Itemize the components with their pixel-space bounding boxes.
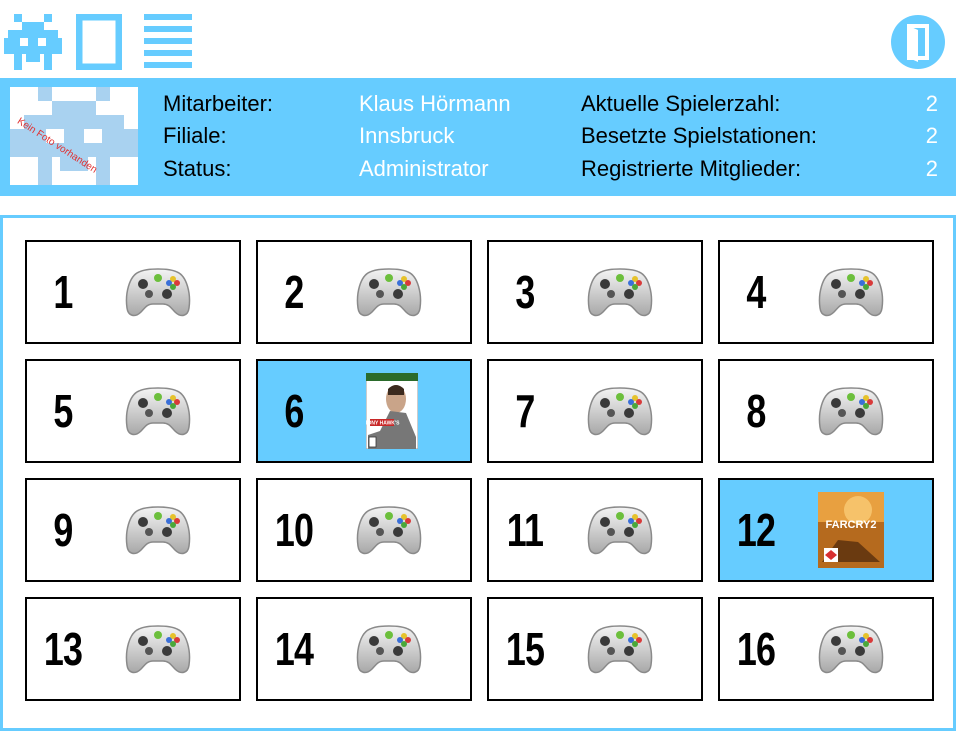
- station-14[interactable]: 14: [256, 597, 472, 701]
- cover-title: TONY HAWK'S: [366, 421, 400, 427]
- station-12[interactable]: 12 FARCRY2: [718, 478, 934, 582]
- station-number: 8: [746, 385, 766, 437]
- station-3[interactable]: 3: [487, 240, 703, 344]
- station-number: 5: [53, 385, 73, 437]
- station-number: 10: [274, 504, 314, 556]
- station-16[interactable]: 16: [718, 597, 934, 701]
- logout-door-icon[interactable]: [890, 14, 946, 70]
- controller-icon: [818, 621, 884, 677]
- station-number: 7: [515, 385, 535, 437]
- current-players-value: 2: [925, 91, 938, 116]
- station-number: 13: [43, 623, 83, 675]
- station-11[interactable]: 11: [487, 478, 703, 582]
- station-number: 14: [274, 623, 314, 675]
- station-4[interactable]: 4: [718, 240, 934, 344]
- employee-value: Klaus Hörmann: [359, 91, 511, 116]
- registered-members-value: 2: [925, 156, 938, 181]
- controller-icon: [587, 264, 653, 320]
- controller-icon: [125, 621, 191, 677]
- game-cover-tony-hawk-icon: TONY HAWK'S: [365, 372, 419, 450]
- placeholder-invader-icon: [10, 87, 138, 185]
- station-number: 6: [284, 385, 304, 437]
- occupied-stations-value: 2: [925, 123, 938, 148]
- station-10[interactable]: 10: [256, 478, 472, 582]
- current-players-label: Aktuelle Spielerzahl:: [581, 91, 781, 116]
- menu-icon[interactable]: [144, 14, 192, 70]
- station-8[interactable]: 8: [718, 359, 934, 463]
- controller-icon: [587, 502, 653, 558]
- controller-icon: [587, 383, 653, 439]
- station-number: 15: [505, 623, 545, 675]
- station-number: 11: [506, 504, 544, 556]
- employee-photo-placeholder: Kein Foto vorhanden: [10, 87, 138, 185]
- game-cover-far-cry-2-icon: FARCRY2: [818, 492, 884, 568]
- controller-icon: [818, 264, 884, 320]
- station-9[interactable]: 9: [25, 478, 241, 582]
- invader-icon[interactable]: [4, 14, 62, 70]
- station-number: 9: [53, 504, 73, 556]
- station-1[interactable]: 1: [25, 240, 241, 344]
- controller-icon: [818, 383, 884, 439]
- station-2[interactable]: 2: [256, 240, 472, 344]
- controller-icon: [125, 502, 191, 558]
- station-13[interactable]: 13: [25, 597, 241, 701]
- station-7[interactable]: 7: [487, 359, 703, 463]
- controller-icon: [356, 264, 422, 320]
- station-number: 12: [736, 504, 776, 556]
- station-number: 3: [515, 266, 535, 318]
- station-number: 1: [53, 266, 73, 318]
- registered-members-label: Registrierte Mitglieder:: [581, 156, 802, 181]
- stations-panel: 1 2 3 4 5 6 TONY HAWK'S 7 8 9 10 11 12 F…: [0, 215, 956, 731]
- station-6[interactable]: 6 TONY HAWK'S: [256, 359, 472, 463]
- controller-icon: [125, 264, 191, 320]
- station-number: 2: [284, 266, 304, 318]
- station-number: 16: [736, 623, 776, 675]
- status-value: Administrator: [359, 156, 489, 181]
- employee-label: Mitarbeiter:: [163, 91, 274, 116]
- toolbar: [0, 0, 956, 76]
- branch-value: Innsbruck: [359, 123, 455, 148]
- occupied-stations-label: Besetzte Spielstationen:: [581, 123, 818, 148]
- employee-info-bar: Kein Foto vorhanden Mitarbeiter: Klaus H…: [0, 78, 956, 196]
- controller-icon: [356, 621, 422, 677]
- station-15[interactable]: 15: [487, 597, 703, 701]
- controller-icon: [125, 383, 191, 439]
- branch-label: Filiale:: [163, 123, 227, 148]
- station-number: 4: [746, 266, 766, 318]
- status-label: Status:: [163, 156, 232, 181]
- station-5[interactable]: 5: [25, 359, 241, 463]
- controller-icon: [356, 502, 422, 558]
- window-icon[interactable]: [75, 13, 123, 71]
- controller-icon: [587, 621, 653, 677]
- cover-title: FARCRY2: [826, 519, 877, 531]
